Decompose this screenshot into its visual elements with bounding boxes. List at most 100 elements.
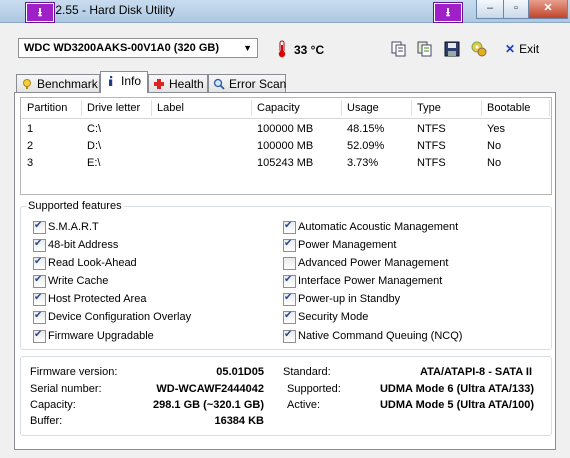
tab-benchmark[interactable]: Benchmark [16, 74, 100, 92]
download-arrow-icon: ⭳ [26, 3, 54, 22]
checkbox-device-configuration-overlay[interactable] [33, 310, 46, 324]
benchmark-icon [23, 79, 31, 89]
group-title: Supported features [26, 200, 124, 212]
serial-label: Serial number: [30, 383, 102, 395]
cell-partition: 2 [27, 140, 34, 152]
capacity-label: Capacity: [30, 399, 76, 411]
download-arrow-icon: ⭳ [434, 3, 462, 22]
cell-type: NTFS [417, 157, 446, 169]
partition-table[interactable]: Partition Drive letter Label Capacity Us… [20, 97, 552, 195]
buffer-label: Buffer: [30, 415, 63, 427]
cell-bootable: Yes [487, 123, 505, 135]
serial-value: WD-WCAWF2444042 [156, 383, 264, 395]
checkbox-firmware-upgradable[interactable] [33, 329, 46, 343]
supported-value: UDMA Mode 6 (Ultra ATA/133) [379, 383, 534, 395]
cell-partition: 3 [27, 157, 34, 169]
firmware-label: Firmware version: [30, 366, 118, 378]
checkbox-power-up-in-standby[interactable] [283, 292, 296, 306]
capacity-value: 298.1 GB (~320.1 GB) [153, 399, 264, 411]
checkbox-acoustic-management[interactable] [283, 220, 296, 234]
checkbox-ncq[interactable] [283, 329, 296, 343]
options-icon[interactable] [470, 40, 488, 58]
buffer-value: 16384 KB [214, 415, 264, 427]
maximize-icon[interactable]: ▫ [503, 0, 529, 19]
checkbox-label: Interface Power Management [298, 275, 443, 287]
table-row[interactable]: 2 D:\ 100000 MB 52.09% NTFS No [21, 139, 551, 155]
checkbox-power-management[interactable] [283, 238, 296, 252]
supported-label: Supported: [287, 383, 341, 395]
checkbox-advanced-power-management[interactable] [283, 257, 296, 270]
drive-select-value: WDC WD3200AAKS-00V1A0 (320 GB) [24, 42, 219, 54]
cell-drive-letter: E:\ [87, 157, 101, 169]
checkbox-label: S.M.A.R.T [48, 221, 99, 233]
cell-usage: 48.15% [347, 123, 385, 135]
column-header[interactable]: Capacity [257, 102, 300, 116]
checkbox-label: Power Management [298, 239, 397, 251]
checkbox-label: Native Command Queuing (NCQ) [298, 330, 463, 342]
tab-label: Health [169, 77, 204, 91]
checkbox-label: Automatic Acoustic Management [298, 221, 459, 233]
active-value: UDMA Mode 5 (Ultra ATA/100) [379, 399, 534, 411]
column-header[interactable]: Partition [27, 102, 67, 116]
active-label: Active: [287, 399, 321, 411]
table-header: Partition Drive letter Label Capacity Us… [21, 98, 551, 119]
cell-partition: 1 [27, 123, 34, 135]
checkbox-label: Read Look-Ahead [48, 257, 137, 269]
checkbox-write-cache[interactable] [33, 274, 46, 288]
table-row[interactable]: 1 C:\ 100000 MB 48.15% NTFS Yes [21, 122, 551, 138]
magnifier-icon [213, 78, 225, 90]
cell-drive-letter: D:\ [87, 140, 102, 152]
standard-value: ATA/ATAPI-8 - SATA II [419, 366, 532, 378]
column-header[interactable]: Bootable [487, 102, 530, 116]
tab-label: Benchmark [37, 77, 98, 91]
checkbox-label: Host Protected Area [48, 293, 147, 305]
drive-select[interactable]: WDC WD3200AAKS-00V1A0 (320 GB) ▼ [18, 38, 258, 58]
standard-label: Standard: [283, 366, 331, 378]
checkbox-label: Firmware Upgradable [48, 330, 154, 342]
info-icon [109, 76, 113, 86]
cell-bootable: No [487, 140, 502, 152]
checkbox-label: Power-up in Standby [298, 293, 401, 305]
cell-drive-letter: C:\ [87, 123, 102, 135]
exit-label: Exit [519, 42, 540, 56]
firmware-value: 05.01D05 [216, 366, 264, 378]
column-header[interactable]: Label [157, 102, 184, 116]
checkbox-label: Security Mode [298, 311, 369, 323]
tab-info[interactable]: Info [100, 71, 148, 93]
table-row[interactable]: 3 E:\ 105243 MB 3.73% NTFS No [21, 156, 551, 172]
checkbox-interface-power-management[interactable] [283, 274, 296, 288]
checkbox-label: Write Cache [48, 275, 109, 287]
copy-icon[interactable] [390, 40, 408, 58]
cell-capacity: 100000 MB [257, 123, 314, 135]
tab-label: Error Scan [229, 77, 287, 91]
chevron-down-icon: ▼ [243, 43, 252, 53]
checkbox-read-look-ahead[interactable] [33, 256, 46, 270]
checkbox-label: Device Configuration Overlay [48, 311, 192, 323]
column-header[interactable]: Type [417, 102, 441, 116]
checkbox-host-protected-area[interactable] [33, 292, 46, 306]
tab-label: Info [121, 74, 142, 88]
temperature-value: 33 °C [294, 43, 325, 57]
exit-button[interactable]: ✕ Exit [505, 42, 539, 56]
checkbox-smart[interactable] [33, 220, 46, 234]
cell-type: NTFS [417, 123, 446, 135]
health-icon [154, 79, 164, 89]
checkbox-label: Advanced Power Management [298, 257, 449, 269]
close-icon: ✕ [505, 42, 516, 56]
thermometer-icon [278, 40, 286, 58]
cell-usage: 52.09% [347, 140, 385, 152]
cell-capacity: 100000 MB [257, 140, 314, 152]
checkbox-security-mode[interactable] [283, 310, 296, 324]
cell-type: NTFS [417, 140, 446, 152]
save-icon[interactable] [443, 40, 461, 58]
tab-error-scan[interactable]: Error Scan [208, 74, 286, 92]
tab-health[interactable]: Health [148, 74, 208, 92]
checkbox-48bit-address[interactable] [33, 238, 46, 252]
minimize-icon[interactable]: – [476, 0, 504, 19]
copy-all-icon[interactable] [416, 40, 434, 58]
title-bar: une 2.55 - Hard Disk Utility ⭳ ⭳ – ▫ ✕ [0, 0, 570, 23]
column-header[interactable]: Usage [347, 102, 379, 116]
column-header[interactable]: Drive letter [87, 102, 140, 116]
close-icon[interactable]: ✕ [528, 0, 568, 19]
cell-usage: 3.73% [347, 157, 379, 169]
